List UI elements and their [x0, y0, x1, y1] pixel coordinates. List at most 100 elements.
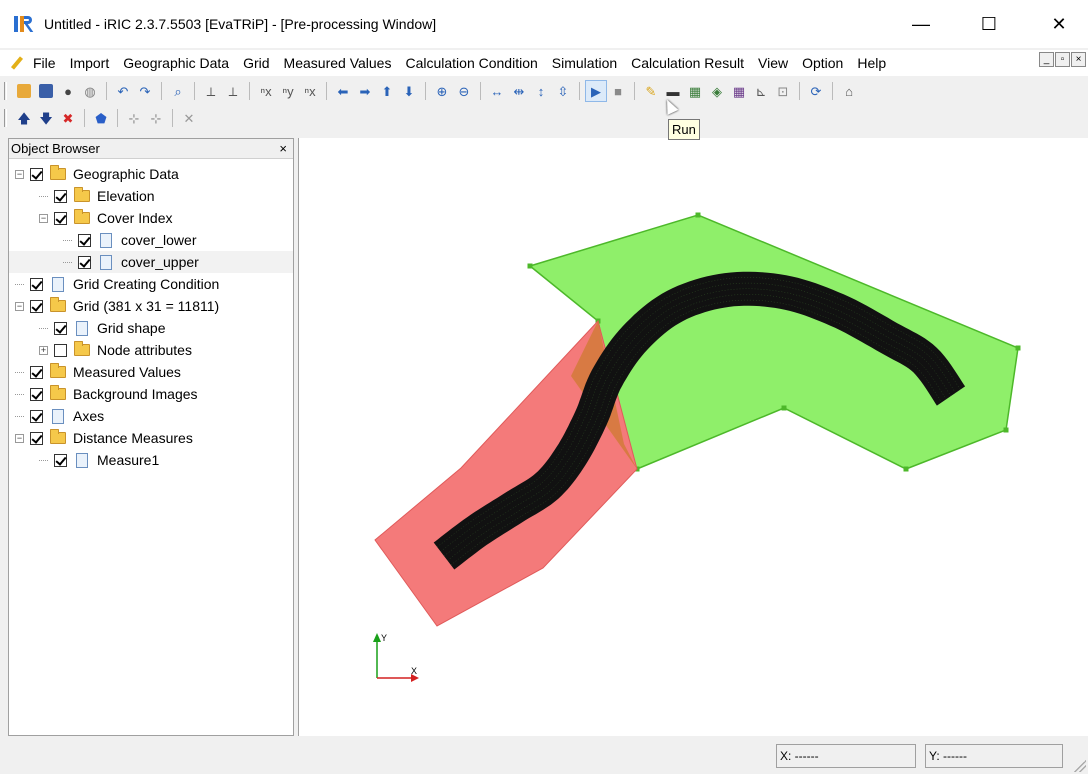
axis-rotate-button[interactable]: ⟂: [223, 81, 243, 101]
menu-calculation-condition[interactable]: Calculation Condition: [398, 55, 544, 71]
mdi-minimize-button[interactable]: _: [1039, 52, 1054, 67]
menu-file[interactable]: File: [26, 55, 63, 71]
zoom-in-button[interactable]: ⊕: [432, 81, 452, 101]
move-left-button[interactable]: ⬅: [333, 81, 353, 101]
2d-bird-view-button[interactable]: ◈: [707, 81, 727, 101]
menu-geographic-data[interactable]: Geographic Data: [116, 55, 236, 71]
snapshot-button[interactable]: ●: [58, 81, 78, 101]
arrow-down-button[interactable]: 🡇: [36, 108, 56, 128]
tree-item-axes[interactable]: Axes: [9, 405, 293, 427]
visibility-checkbox[interactable]: [54, 321, 67, 335]
toolbar-grip[interactable]: [4, 82, 7, 100]
zoom-out-button[interactable]: ⊖: [454, 81, 474, 101]
view-x-button[interactable]: ⁿx: [256, 81, 276, 101]
menu-import[interactable]: Import: [63, 55, 117, 71]
menu-option[interactable]: Option: [795, 55, 850, 71]
arrow-up-button[interactable]: 🡅: [14, 108, 34, 128]
open-folder-button[interactable]: [14, 81, 34, 101]
run-icon: ▶: [591, 83, 601, 99]
move-up-button[interactable]: ⬆: [377, 81, 397, 101]
move-down-button[interactable]: ⬇: [399, 81, 419, 101]
undo-button[interactable]: ↶: [113, 81, 133, 101]
visibility-checkbox[interactable]: [54, 453, 67, 467]
tree-item-background-images[interactable]: Background Images: [9, 383, 293, 405]
redo-button[interactable]: ↷: [135, 81, 155, 101]
2d-view-button[interactable]: ▦: [685, 81, 705, 101]
tree-item-grid-381-x-31-11811[interactable]: − Grid (381 x 31 = 11811): [9, 295, 293, 317]
globe-button[interactable]: ◍: [80, 81, 100, 101]
tree-item-grid-shape[interactable]: Grid shape: [9, 317, 293, 339]
collapse-icon[interactable]: −: [15, 301, 24, 311]
menu-grid[interactable]: Grid: [236, 55, 276, 71]
shrink-vertical-button[interactable]: ⇳: [553, 81, 573, 101]
mdi-close-button[interactable]: ×: [1071, 52, 1086, 67]
visibility-checkbox[interactable]: [30, 365, 43, 379]
toolbar-grip[interactable]: [4, 109, 7, 127]
close-button[interactable]: ✕: [1036, 0, 1082, 48]
tree-item-measure1[interactable]: Measure1: [9, 449, 293, 471]
axis-x-label: X: [411, 666, 417, 676]
pre-processing-canvas[interactable]: Y X: [298, 138, 1088, 736]
polyline-graph-button[interactable]: ⊡: [773, 81, 793, 101]
menu-help[interactable]: Help: [850, 55, 893, 71]
mouse-button[interactable]: ⌂: [839, 81, 859, 101]
refresh-button[interactable]: ⟳: [806, 81, 826, 101]
expand-horizontal-button[interactable]: ↔: [487, 81, 507, 101]
visibility-checkbox[interactable]: [30, 167, 43, 181]
tree-item-cover-index[interactable]: − Cover Index: [9, 207, 293, 229]
tree-item-cover-lower[interactable]: cover_lower: [9, 229, 293, 251]
stop-button[interactable]: ■: [608, 81, 628, 101]
resize-grip-icon[interactable]: [1074, 760, 1086, 772]
save-button[interactable]: [36, 81, 56, 101]
visibility-checkbox[interactable]: [30, 387, 43, 401]
canvas-graphics[interactable]: Y X: [299, 138, 1088, 736]
visibility-checkbox[interactable]: [54, 211, 67, 225]
collapse-icon[interactable]: −: [15, 169, 24, 179]
menu-view[interactable]: View: [751, 55, 795, 71]
tree-item-label: Grid Creating Condition: [73, 276, 220, 292]
collapse-icon[interactable]: −: [15, 433, 24, 443]
disabled-delete-button[interactable]: ✕: [179, 108, 199, 128]
tree-item-distance-measures[interactable]: − Distance Measures: [9, 427, 293, 449]
view-z-button[interactable]: ⁿx: [300, 81, 320, 101]
menu-calculation-result[interactable]: Calculation Result: [624, 55, 751, 71]
status-bar: X: ------ Y: ------: [0, 738, 1088, 774]
tree-item-elevation[interactable]: Elevation: [9, 185, 293, 207]
shrink-horizontal-button[interactable]: ⇹: [509, 81, 529, 101]
visibility-checkbox[interactable]: [30, 409, 43, 423]
visibility-checkbox[interactable]: [54, 343, 67, 357]
run-button[interactable]: ▶: [585, 80, 607, 102]
toolbar-separator: [799, 82, 800, 100]
move-right-button[interactable]: ➡: [355, 81, 375, 101]
zoom-button[interactable]: ⌕: [168, 81, 188, 101]
pencil-button[interactable]: ✎: [641, 81, 661, 101]
object-browser-close-button[interactable]: ×: [279, 141, 287, 156]
maximize-button[interactable]: ☐: [966, 0, 1012, 48]
3d-view-button[interactable]: ▦: [729, 81, 749, 101]
minimize-button[interactable]: —: [898, 0, 944, 48]
expand-vertical-button[interactable]: ↕: [531, 81, 551, 101]
tree-item-measured-values[interactable]: Measured Values: [9, 361, 293, 383]
mdi-restore-button[interactable]: ▫: [1055, 52, 1070, 67]
expand-icon[interactable]: +: [39, 345, 48, 355]
add-vertex-button[interactable]: ⊹: [124, 108, 144, 128]
axis-xy-button[interactable]: ⟂: [201, 81, 221, 101]
collapse-icon[interactable]: −: [39, 213, 48, 223]
view-y-button[interactable]: ⁿy: [278, 81, 298, 101]
tree-item-grid-creating-condition[interactable]: Grid Creating Condition: [9, 273, 293, 295]
delete-button[interactable]: ✖: [58, 108, 78, 128]
visibility-checkbox[interactable]: [78, 233, 91, 247]
visibility-checkbox[interactable]: [78, 255, 91, 269]
visibility-checkbox[interactable]: [54, 189, 67, 203]
visibility-checkbox[interactable]: [30, 277, 43, 291]
remove-vertex-button[interactable]: ⊹: [146, 108, 166, 128]
visibility-checkbox[interactable]: [30, 431, 43, 445]
tree-item-cover-upper[interactable]: cover_upper: [9, 251, 293, 273]
tree-item-node-attributes[interactable]: + Node attributes: [9, 339, 293, 361]
tree-item-geographic-data[interactable]: − Geographic Data: [9, 163, 293, 185]
menu-measured-values[interactable]: Measured Values: [277, 55, 399, 71]
graph-button[interactable]: ⊾: [751, 81, 771, 101]
polygon-button[interactable]: ⬟: [91, 108, 111, 128]
visibility-checkbox[interactable]: [30, 299, 43, 313]
menu-simulation[interactable]: Simulation: [545, 55, 624, 71]
